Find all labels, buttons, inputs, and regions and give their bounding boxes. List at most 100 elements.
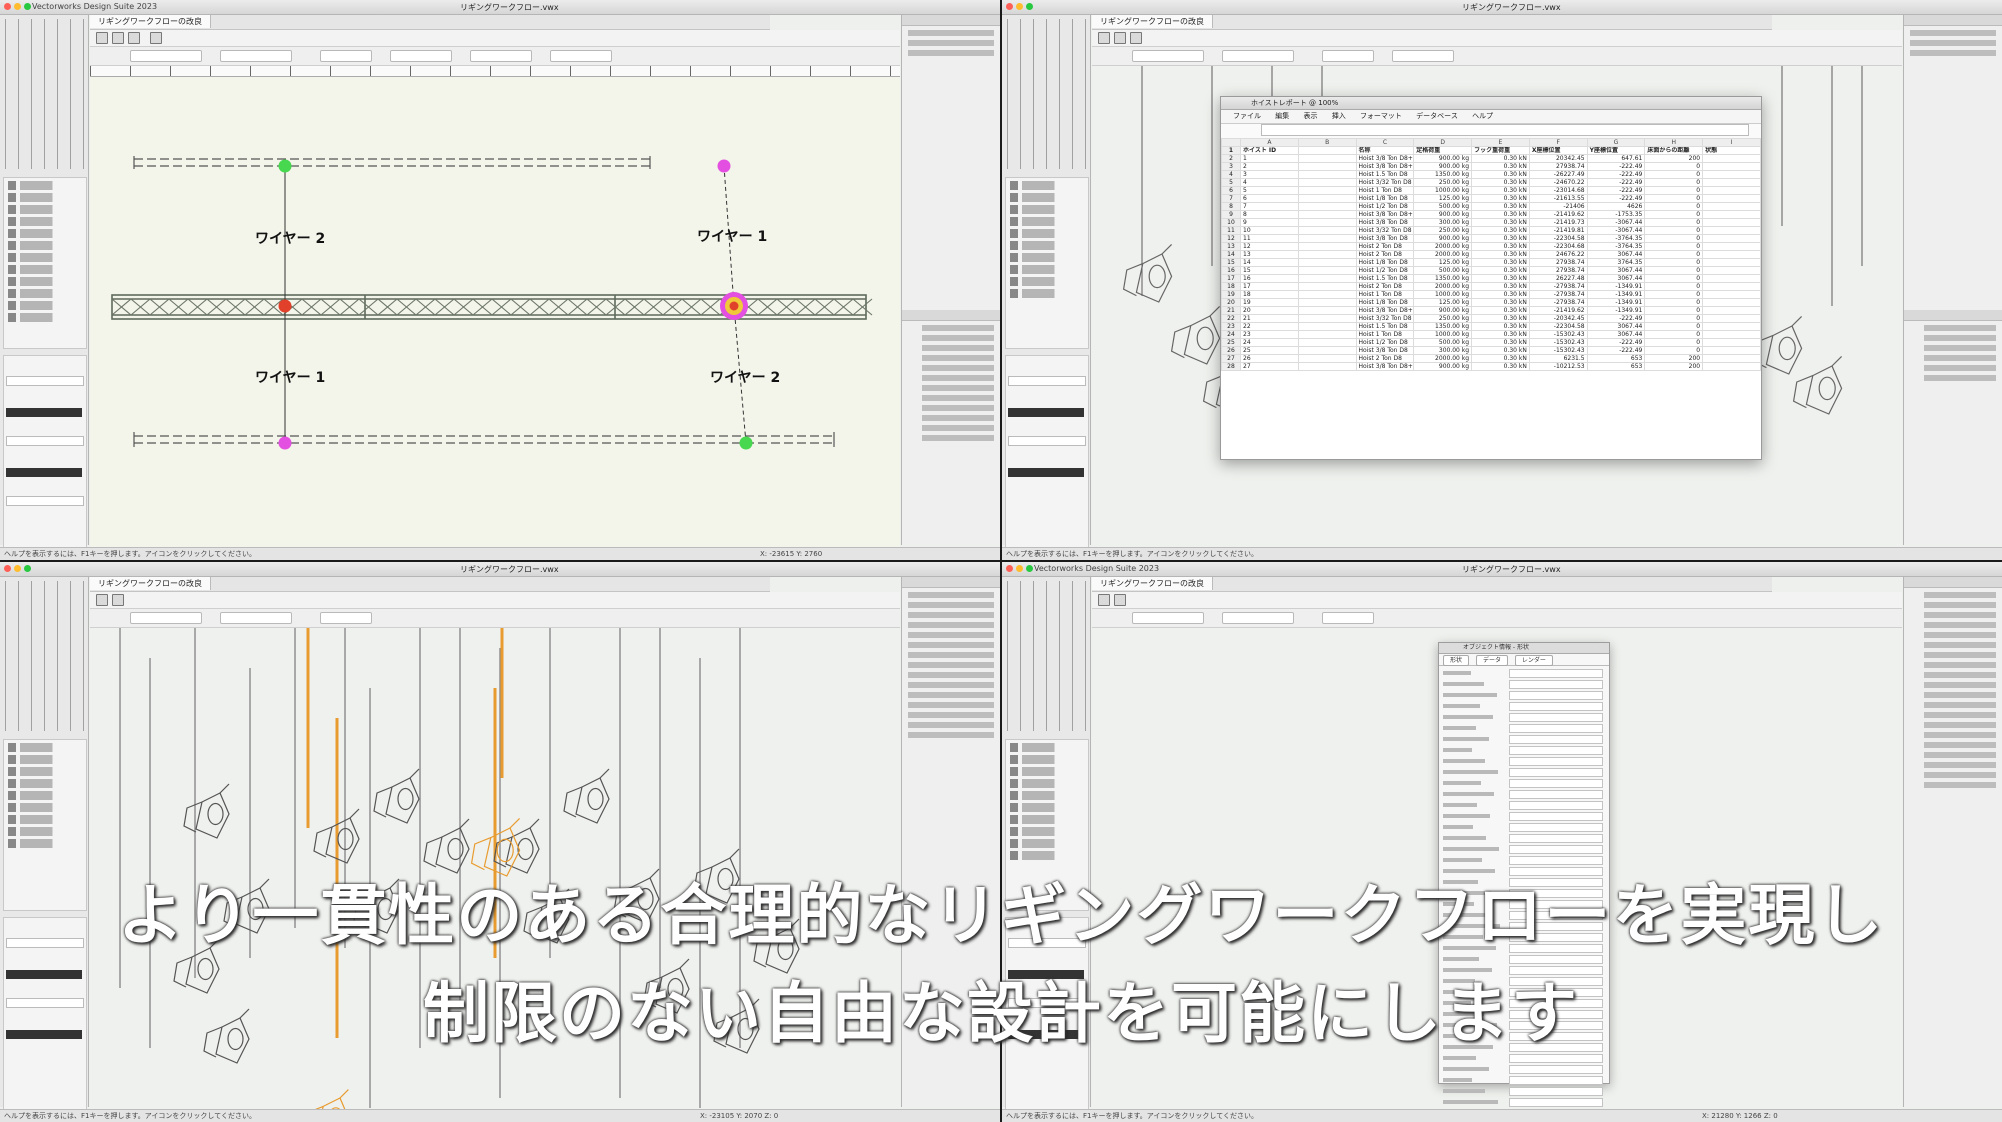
table-cell[interactable]: 27 — [1240, 362, 1299, 371]
table-cell[interactable] — [1297, 162, 1357, 171]
mode-icon[interactable] — [1098, 594, 1110, 606]
table-cell[interactable]: -3067.44 — [1586, 226, 1646, 235]
table-cell[interactable]: 0.30 kN — [1471, 266, 1530, 275]
table-cell[interactable]: 0 — [1644, 322, 1704, 331]
table-cell[interactable] — [1702, 266, 1761, 275]
table-cell[interactable] — [1297, 338, 1357, 347]
anchor-pin-green[interactable] — [278, 159, 292, 173]
menu-item[interactable]: フォーマット — [1360, 112, 1402, 120]
table-cell[interactable]: Hoist 1/8 Ton D8 — [1355, 258, 1415, 267]
menu-item[interactable]: 表示 — [1303, 112, 1317, 120]
fill-color-swatch[interactable] — [1008, 408, 1084, 417]
table-cell[interactable]: 0 — [1644, 234, 1704, 243]
table-cell[interactable]: 25 — [1240, 346, 1299, 355]
table-cell[interactable]: 250.00 kg — [1413, 226, 1473, 235]
table-cell[interactable]: Hoist 1/2 Ton D8 — [1355, 266, 1415, 275]
table-cell[interactable]: Hoist 1.5 Ton D8 — [1355, 322, 1415, 331]
oip-field-row[interactable] — [1443, 713, 1605, 722]
table-row[interactable]: 21 20 Hoist 3/8 Ton D8+ 900.00 kg 0.30 kN -21… — [1221, 306, 1761, 315]
table-cell[interactable] — [1297, 202, 1357, 211]
table-cell[interactable]: 0.30 kN — [1471, 258, 1530, 267]
table-cell[interactable] — [1702, 258, 1761, 267]
table-cell[interactable] — [1702, 162, 1761, 171]
oip-field-row[interactable] — [1443, 768, 1605, 777]
table-row[interactable]: 22 21 Hoist 3/32 Ton D8 250.00 kg 0.30 kN -20… — [1221, 314, 1761, 323]
table-cell[interactable]: 0.30 kN — [1471, 346, 1530, 355]
header-cell[interactable]: X座標位置 — [1528, 146, 1588, 155]
table-cell[interactable] — [1297, 194, 1357, 203]
table-cell[interactable]: 300.00 kg — [1413, 218, 1473, 227]
oip-field-row[interactable] — [1443, 834, 1605, 843]
table-cell[interactable]: 200 — [1644, 362, 1704, 371]
table-row[interactable]: 18 17 Hoist 2 Ton D8 2000.00 kg 0.30 kN -2793… — [1221, 282, 1761, 291]
table-cell[interactable]: Hoist 3/32 Ton D8 — [1355, 178, 1415, 187]
header-cell[interactable]: 状態 — [1702, 146, 1761, 155]
window-controls[interactable] — [1006, 3, 1036, 12]
hoist-pin-red[interactable] — [278, 299, 292, 313]
table-cell[interactable]: Hoist 3/8 Ton D8+ — [1355, 154, 1415, 163]
table-cell[interactable]: Hoist 1.5 Ton D8 — [1355, 274, 1415, 283]
menu-item[interactable]: 編集 — [1275, 112, 1289, 120]
table-cell[interactable]: -222.49 — [1586, 346, 1646, 355]
oip-field-value[interactable] — [1509, 823, 1603, 832]
table-cell[interactable]: 0.30 kN — [1471, 274, 1530, 283]
oip-field-value[interactable] — [1509, 680, 1603, 689]
anchor-pin-green-lower[interactable] — [739, 436, 753, 450]
table-cell[interactable]: 0.30 kN — [1471, 170, 1530, 179]
table-cell[interactable]: Hoist 3/32 Ton D8 — [1355, 314, 1415, 323]
table-cell[interactable] — [1702, 234, 1761, 243]
table-cell[interactable]: Hoist 3/8 Ton D8+ — [1355, 210, 1415, 219]
table-cell[interactable] — [1702, 226, 1761, 235]
table-cell[interactable] — [1297, 346, 1357, 355]
table-cell[interactable]: 900.00 kg — [1413, 306, 1473, 315]
table-cell[interactable]: -21613.55 — [1528, 194, 1588, 203]
table-cell[interactable]: 23 — [1240, 330, 1299, 339]
oip-field-row[interactable] — [1443, 680, 1605, 689]
table-cell[interactable]: 500.00 kg — [1413, 338, 1473, 347]
tab-render[interactable]: レンダー — [1514, 655, 1553, 666]
table-cell[interactable]: 250.00 kg — [1413, 314, 1473, 323]
table-cell[interactable]: 0.30 kN — [1471, 330, 1530, 339]
table-cell[interactable]: 17 — [1240, 282, 1299, 291]
fill-style-field[interactable] — [1008, 376, 1086, 386]
table-cell[interactable]: Hoist 1 Ton D8 — [1355, 290, 1415, 299]
table-cell[interactable]: 3 — [1240, 170, 1299, 179]
table-cell[interactable]: 0.30 kN — [1471, 202, 1530, 211]
table-cell[interactable] — [1297, 178, 1357, 187]
table-cell[interactable]: -15302.43 — [1528, 330, 1588, 339]
fill-style-field[interactable] — [6, 376, 84, 386]
table-cell[interactable]: -222.49 — [1586, 314, 1646, 323]
table-cell[interactable]: -3067.44 — [1586, 218, 1646, 227]
table-cell[interactable]: 200 — [1644, 154, 1704, 163]
oip-field-row[interactable] — [1443, 691, 1605, 700]
table-cell[interactable]: Hoist 3/8 Ton D8 — [1355, 346, 1415, 355]
table-cell[interactable]: 5 — [1240, 186, 1299, 195]
table-row[interactable]: 27 26 Hoist 2 Ton D8 2000.00 kg 0.30 kN 6231.… — [1221, 354, 1761, 363]
table-cell[interactable]: Hoist 1/8 Ton D8 — [1355, 194, 1415, 203]
header-cell[interactable]: ホイスト ID — [1240, 146, 1299, 155]
zoom-dropdown[interactable] — [320, 612, 372, 624]
table-cell[interactable]: 0.30 kN — [1471, 298, 1530, 307]
zoom-dropdown[interactable] — [1322, 612, 1374, 624]
table-cell[interactable]: 16 — [1240, 274, 1299, 283]
document-tab[interactable]: リギングワークフローの改良 — [1092, 15, 1213, 28]
table-cell[interactable]: 0.30 kN — [1471, 154, 1530, 163]
header-cell[interactable]: 名称 — [1355, 146, 1415, 155]
oip-field-row[interactable] — [1443, 746, 1605, 755]
mode-icon[interactable] — [96, 32, 108, 44]
mode-icon[interactable] — [112, 594, 124, 606]
table-cell[interactable]: -3764.35 — [1586, 242, 1646, 251]
table-cell[interactable] — [1702, 202, 1761, 211]
oip-field-value[interactable] — [1509, 834, 1603, 843]
table-cell[interactable] — [1702, 274, 1761, 283]
table-cell[interactable]: 12 — [1240, 242, 1299, 251]
table-cell[interactable]: -1349.91 — [1586, 306, 1646, 315]
layer-dropdown[interactable] — [1222, 612, 1294, 624]
table-cell[interactable]: 0 — [1644, 250, 1704, 259]
table-cell[interactable]: Hoist 1 Ton D8 — [1355, 186, 1415, 195]
table-cell[interactable] — [1702, 362, 1761, 371]
table-cell[interactable] — [1702, 210, 1761, 219]
table-row[interactable]: 16 15 Hoist 1/2 Ton D8 500.00 kg 0.30 kN 2793… — [1221, 266, 1761, 275]
table-cell[interactable]: 0.30 kN — [1471, 186, 1530, 195]
class-dropdown[interactable] — [1132, 612, 1204, 624]
